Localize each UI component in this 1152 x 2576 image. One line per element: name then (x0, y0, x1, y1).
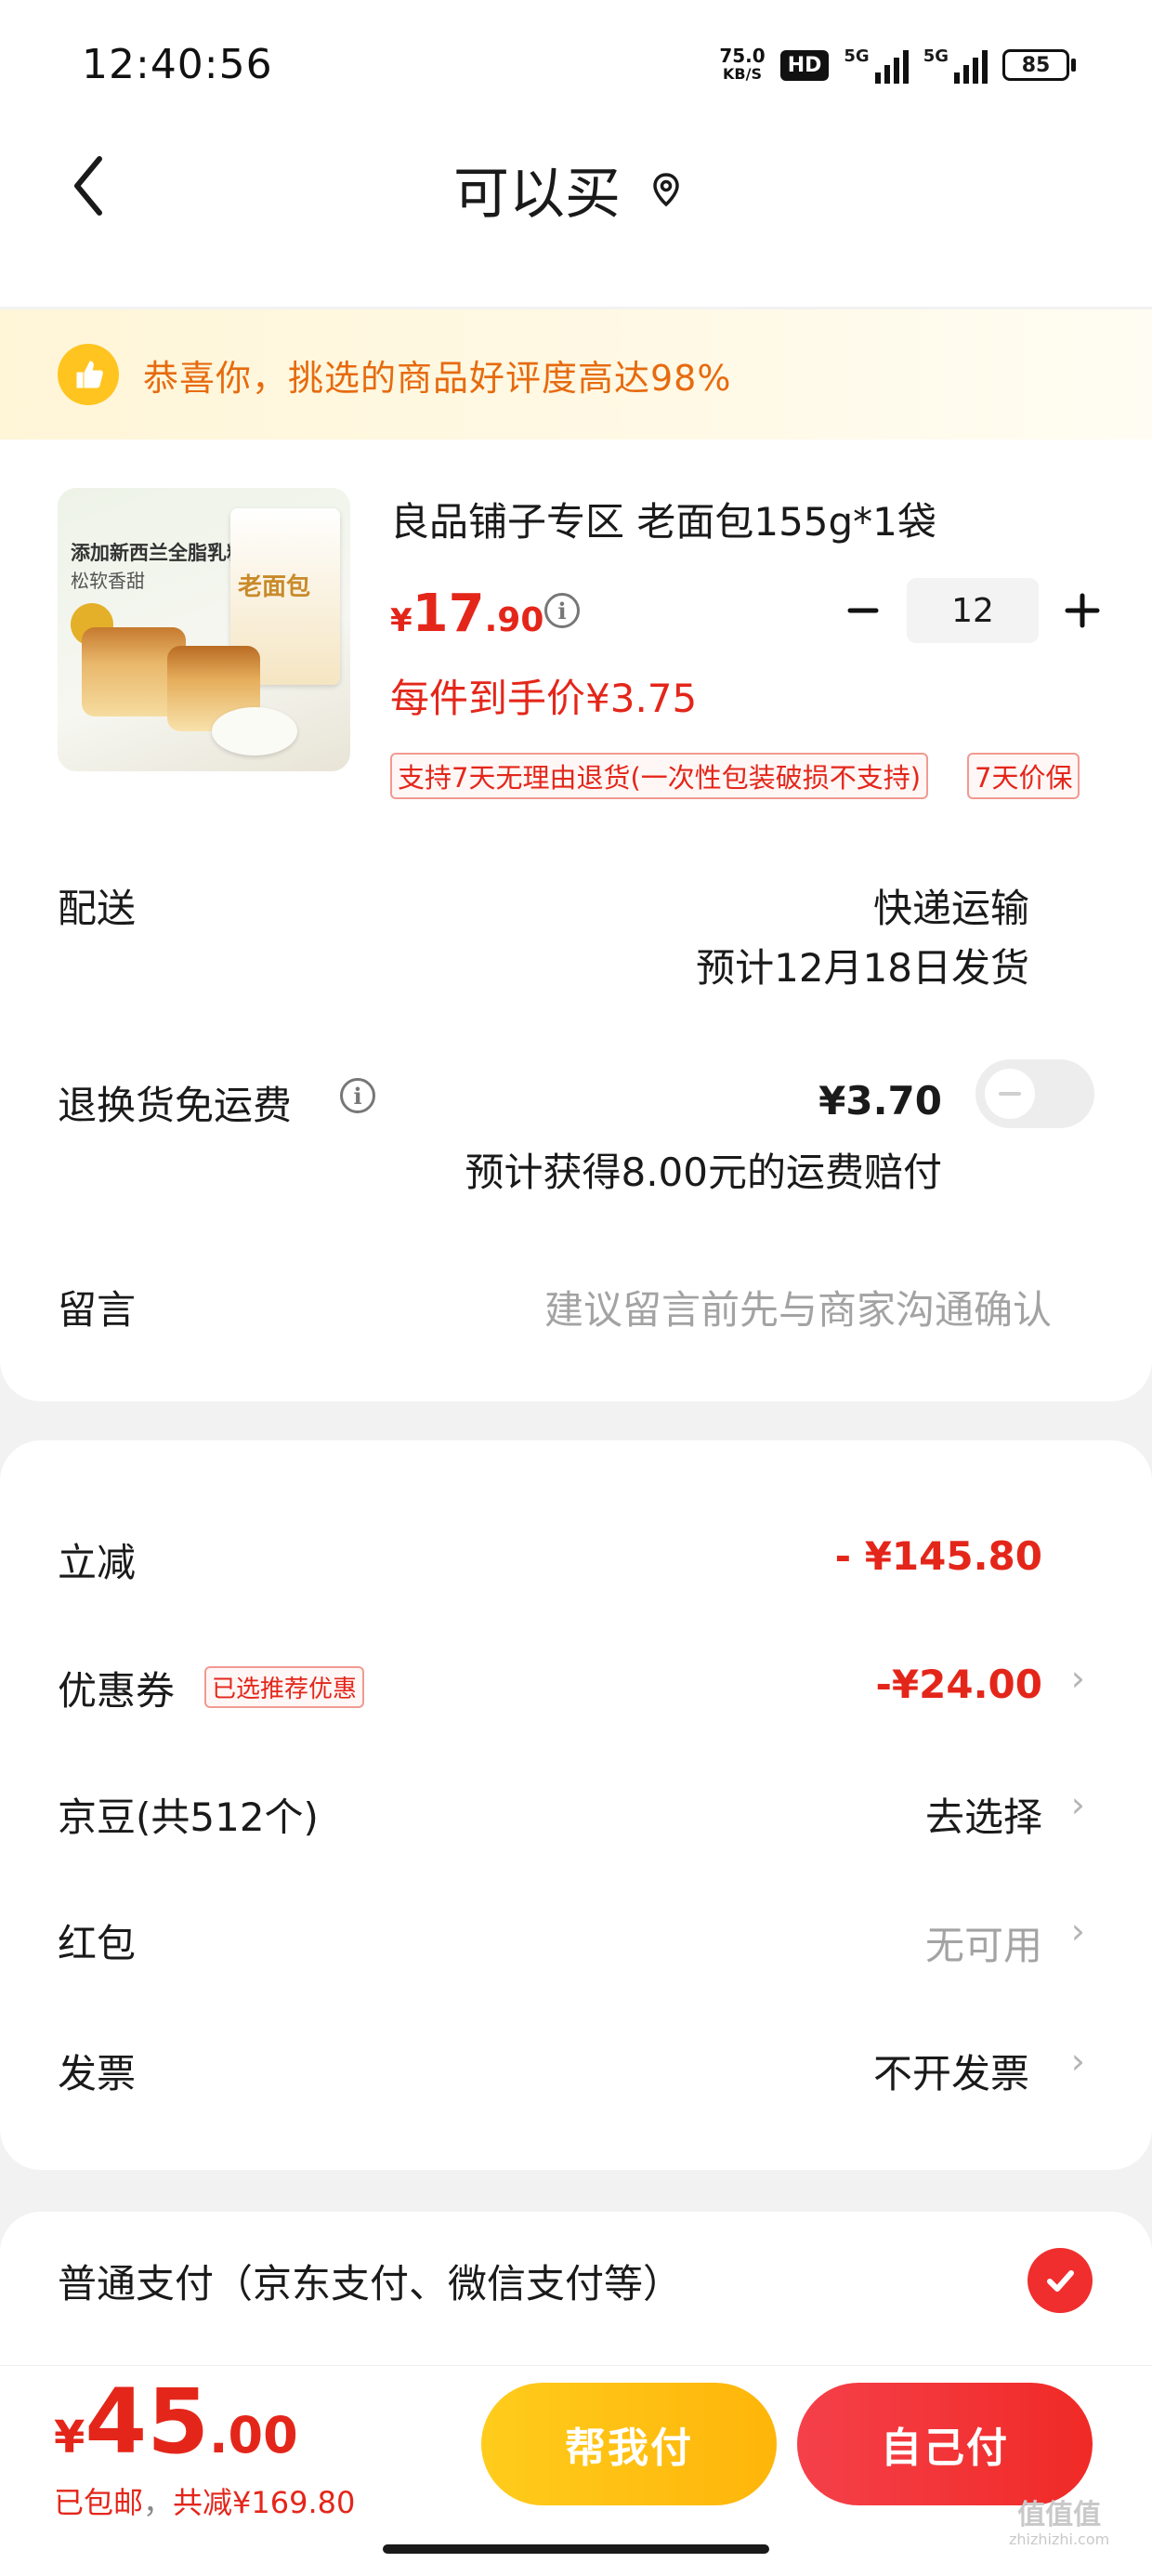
return-shipping-compensation: 预计获得8.00元的运费赔付 (465, 1150, 942, 1195)
delivery-method[interactable]: 快递运输 (873, 877, 1029, 934)
status-icons: 75.0 KB/S HD 5G 5G 85 (719, 41, 1076, 89)
hd-voice-icon: HD (779, 49, 830, 81)
price-currency: ¥ (390, 602, 412, 639)
return-policy-tag: 支持7天无理由退货(一次性包装破损不支持) (390, 753, 929, 799)
watermark-subtext: zhizhizhi.com (1009, 2530, 1110, 2548)
delivery-label: 配送 (58, 886, 137, 931)
return-shipping-label: 退换货免运费 (58, 1083, 293, 1128)
toggle-knob (985, 1069, 1035, 1119)
product-name[interactable]: 良品铺子专区 老面包155g*1袋 (390, 491, 936, 547)
red-packet-value[interactable]: 无可用 (925, 1914, 1042, 1971)
battery-level: 85 (1002, 49, 1069, 81)
watermark: 值值值 zhizhizhi.com (1009, 2500, 1109, 2548)
thumbs-up-icon (58, 344, 119, 405)
minus-icon (847, 608, 879, 613)
location-pin-icon[interactable] (652, 172, 680, 207)
home-indicator[interactable] (383, 2544, 769, 2554)
coupon-value[interactable]: -¥24.00 (875, 1662, 1042, 1707)
banner-text: 恭喜你，挑选的商品好评度高达98% (143, 357, 732, 399)
payment-method-label[interactable]: 普通支付（京东支付、微信支付等） (58, 2253, 682, 2309)
total-integer: 45 (85, 2370, 209, 2474)
battery-icon: 85 (1002, 49, 1076, 81)
powder-bowl-decoration (212, 707, 297, 756)
check-icon[interactable] (1028, 2248, 1093, 2313)
net-speed-unit: KB/S (723, 65, 762, 83)
total-decimal: .00 (209, 2406, 298, 2464)
rating-banner: 恭喜你，挑选的商品好评度高达98% (0, 309, 1152, 440)
page-title-group: 可以买 (453, 149, 680, 230)
message-input[interactable]: 建议留言前先与商家沟通确认 (544, 1279, 1052, 1335)
net-speed-value: 75.0 (719, 45, 766, 67)
return-shipping-info-icon[interactable]: i (340, 1078, 375, 1113)
price-info-icon[interactable]: i (544, 593, 580, 628)
jd-beans-label: 京豆(共512个) (58, 1794, 319, 1840)
shipping-note: 已包邮 (54, 2485, 144, 2520)
total-currency: ¥ (54, 2412, 85, 2464)
package-text: 老面包 (238, 573, 311, 601)
instant-discount-label: 立减 (58, 1540, 137, 1585)
red-packet-label: 红包 (58, 1921, 137, 1966)
signal-label: 5G (844, 46, 870, 66)
message-label: 留言 (58, 1287, 137, 1333)
watermark-text: 值值值 (1017, 2499, 1102, 2531)
price-integer: 17 (412, 584, 485, 644)
invoice-value[interactable]: 不开发票 (873, 2043, 1029, 2099)
net-speed: 75.0 KB/S (719, 46, 765, 84)
self-pay-button[interactable]: 自己付 (797, 2383, 1093, 2505)
signal-icon-2: 5G (923, 46, 988, 84)
increase-button[interactable] (1052, 580, 1113, 641)
decrease-button[interactable] (832, 580, 894, 641)
plus-icon (1065, 593, 1100, 628)
help-pay-button[interactable]: 帮我付 (481, 2383, 777, 2505)
chevron-left-icon (74, 156, 102, 216)
jd-beans-value[interactable]: 去选择 (925, 1786, 1042, 1843)
product-image-subtext: 松软香甜 (71, 570, 145, 592)
back-button[interactable] (56, 139, 121, 232)
delivery-eta: 预计12月18日发货 (696, 945, 1029, 991)
product-image-text: 添加新西兰全脂乳粉 (71, 542, 246, 564)
product-price: ¥ 17 .90 (390, 584, 543, 644)
chevron-right-icon[interactable]: › (1071, 1911, 1085, 1952)
signal-icon: 5G (844, 46, 909, 84)
chevron-right-icon[interactable]: › (1071, 1658, 1085, 1699)
coupon-label: 优惠券 (58, 1668, 176, 1714)
status-time: 12:40:56 (82, 41, 273, 88)
chevron-right-icon[interactable]: › (1071, 1784, 1085, 1825)
invoice-label: 发票 (58, 2051, 137, 2096)
total-price: ¥ 45 .00 (54, 2370, 298, 2474)
summary-separator: ， (143, 2485, 174, 2520)
product-image[interactable]: 添加新西兰全脂乳粉 松软香甜 老面包 (58, 488, 350, 771)
quantity-input[interactable]: 12 (907, 578, 1039, 643)
coupon-recommended-badge: 已选推荐优惠 (204, 1666, 365, 1708)
instant-discount-value: - ¥145.80 (834, 1533, 1042, 1579)
signal-label-2: 5G (923, 46, 949, 66)
page-title: 可以买 (453, 162, 621, 227)
return-shipping-toggle[interactable] (975, 1059, 1094, 1128)
price-protect-tag: 7天价保 (967, 753, 1080, 799)
return-shipping-price: ¥3.70 (818, 1078, 942, 1124)
price-decimal: .90 (484, 601, 544, 639)
total-summary: 已包邮，共减¥169.80 (54, 2479, 355, 2522)
unit-price: 每件到手价¥3.75 (390, 676, 698, 721)
chevron-right-icon[interactable]: › (1071, 2041, 1085, 2082)
quantity-stepper: 12 (832, 578, 1113, 643)
saved-note: 共减¥169.80 (173, 2485, 356, 2520)
